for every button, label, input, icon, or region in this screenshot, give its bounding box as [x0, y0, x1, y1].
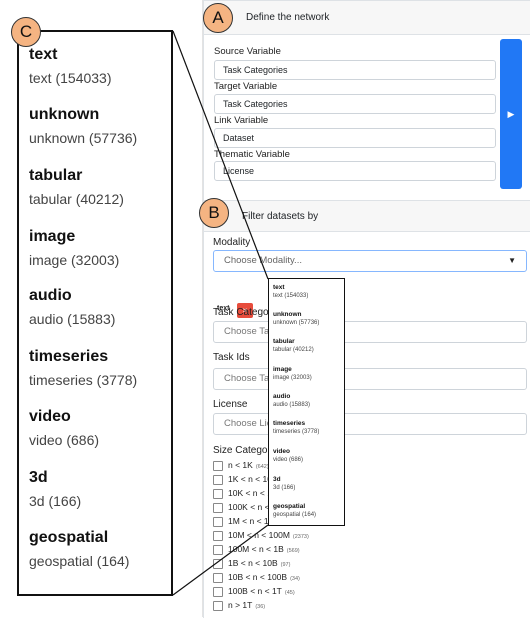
zoomed-option-name: audio	[29, 287, 72, 304]
option-name: 3d	[273, 476, 281, 483]
zoomed-option: tabular tabular (40212)	[29, 167, 169, 208]
zoomed-option-name: geospatial	[29, 529, 109, 546]
zoomed-option: geospatial geospatial (164)	[29, 529, 169, 570]
modality-option[interactable]: 3d 3d (166)	[273, 475, 343, 492]
zoomed-option: video video (686)	[29, 408, 169, 449]
option-count: geospatial (164)	[273, 512, 317, 518]
zoomed-option: timeseries timeseries (3778)	[29, 348, 169, 389]
zoomed-option-name: tabular	[29, 167, 83, 184]
modality-option[interactable]: text text (154033)	[273, 283, 343, 300]
zoomed-option-name: unknown	[29, 106, 100, 123]
option-name: geospatial	[273, 503, 306, 510]
zoomed-option: 3d 3d (166)	[29, 469, 169, 510]
option-count: 3d (166)	[273, 485, 296, 491]
modality-option[interactable]: tabular tabular (40212)	[273, 337, 343, 354]
zoomed-option-name: video	[29, 408, 71, 425]
option-count: audio (15883)	[273, 402, 311, 408]
option-count: timeseries (3778)	[273, 429, 320, 435]
callout-badge-b: B	[199, 198, 229, 228]
zoomed-option: unknown unknown (57736)	[29, 106, 169, 147]
option-name: timeseries	[273, 420, 306, 427]
option-count: image (32003)	[273, 375, 312, 381]
zoomed-option-count: image (32003)	[29, 252, 120, 268]
modality-option[interactable]: unknown unknown (57736)	[273, 310, 343, 327]
option-name: text	[273, 284, 285, 291]
option-count: video (686)	[273, 457, 304, 463]
modality-option[interactable]: video video (686)	[273, 447, 343, 464]
modality-option[interactable]: audio audio (15883)	[273, 392, 343, 409]
option-name: image	[273, 366, 292, 373]
zoomed-option-name: timeseries	[29, 348, 109, 365]
zoomed-option-name: 3d	[29, 469, 48, 486]
zoomed-option-name: text	[29, 46, 58, 63]
modality-option[interactable]: image image (32003)	[273, 365, 343, 382]
zoomed-option-count: text (154033)	[29, 70, 112, 86]
option-count: unknown (57736)	[273, 320, 320, 326]
zoomed-option-count: audio (15883)	[29, 311, 116, 327]
zoomed-option-count: geospatial (164)	[29, 553, 130, 569]
zoomed-option-count: 3d (166)	[29, 493, 82, 509]
callout-badge-a: A	[203, 3, 233, 33]
callout-badge-c: C	[11, 17, 41, 47]
zoomed-option-count: video (686)	[29, 432, 100, 448]
modality-option[interactable]: geospatial geospatial (164)	[273, 502, 343, 519]
zoomed-option-count: tabular (40212)	[29, 191, 124, 207]
zoomed-option: image image (32003)	[29, 228, 169, 269]
option-count: text (154033)	[273, 293, 309, 299]
option-name: tabular	[273, 338, 295, 345]
zoomed-option-name: image	[29, 228, 76, 245]
zoomed-dropdown-view: text text (154033) unknown unknown (57736)…	[17, 30, 173, 596]
zoomed-option-count: unknown (57736)	[29, 130, 138, 146]
option-count: tabular (40212)	[273, 347, 314, 353]
option-name: audio	[273, 393, 291, 400]
zoomed-option: audio audio (15883)	[29, 287, 169, 328]
modality-option[interactable]: timeseries timeseries (3778)	[273, 419, 343, 436]
modality-dropdown-list[interactable]: text text (154033) unknown unknown (57736)…	[268, 278, 345, 526]
zoomed-option: text text (154033)	[29, 46, 169, 87]
option-name: video	[273, 448, 290, 455]
zoomed-option-count: timeseries (3778)	[29, 372, 138, 388]
option-name: unknown	[273, 311, 302, 318]
